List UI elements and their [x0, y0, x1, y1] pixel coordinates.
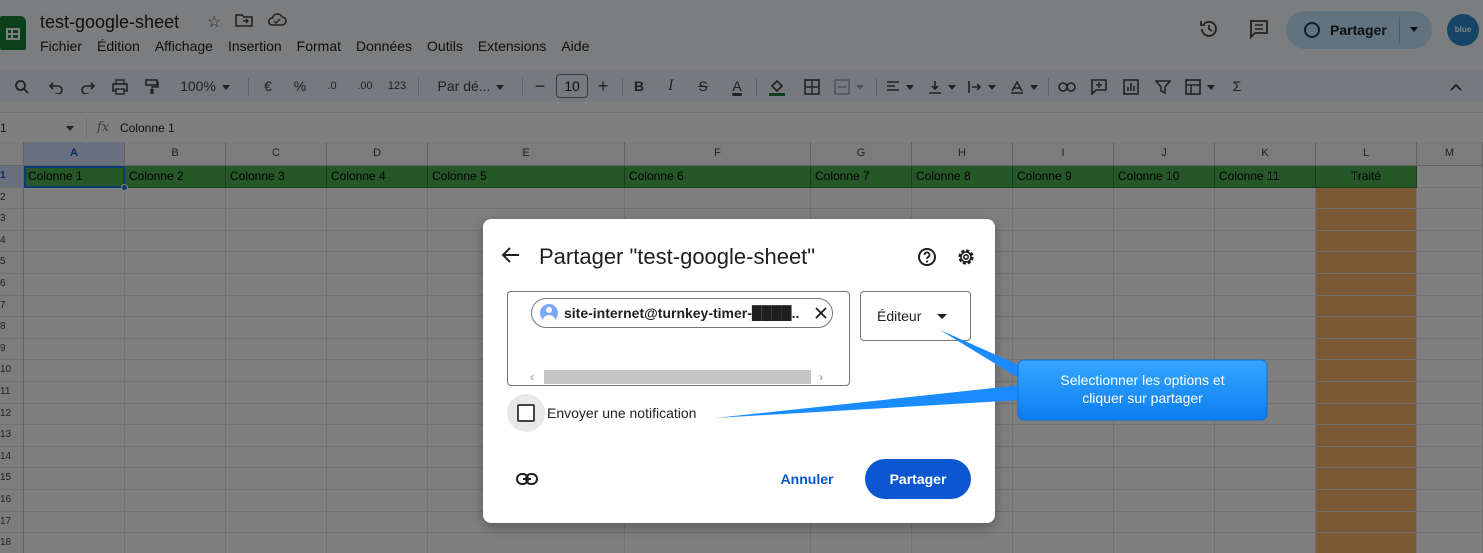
cancel-button[interactable]: Annuler [773, 459, 841, 499]
horizontal-scrollbar[interactable] [544, 370, 811, 384]
person-icon [540, 304, 558, 322]
share-button[interactable]: Partager [865, 459, 971, 499]
recipients-field[interactable]: site-internet@turnkey-timer-████... ‹ › [507, 291, 850, 386]
notify-checkbox-ripple[interactable] [507, 394, 545, 432]
callout-line-2: cliquer sur partager [1082, 390, 1203, 406]
share-dialog: Partager "test-google-sheet" site-intern… [483, 219, 995, 523]
role-value: Éditeur [877, 308, 922, 324]
role-select[interactable]: Éditeur [860, 291, 971, 341]
close-icon[interactable] [813, 305, 829, 321]
recipient-email: site-internet@turnkey-timer-████... [564, 305, 800, 321]
scroll-right-icon[interactable]: › [819, 370, 823, 384]
callout-line-1: Selectionner les options et [1060, 372, 1225, 388]
help-icon[interactable] [917, 247, 937, 267]
notify-label[interactable]: Envoyer une notification [547, 405, 696, 421]
scroll-left-icon[interactable]: ‹ [530, 370, 534, 384]
notify-checkbox[interactable] [517, 404, 535, 422]
role-dropdown-icon [937, 314, 947, 319]
recipient-chip[interactable]: site-internet@turnkey-timer-████... [531, 298, 833, 328]
back-arrow-icon[interactable] [501, 245, 521, 265]
dialog-title: Partager "test-google-sheet" [539, 244, 816, 269]
callout-text: Selectionner les options et cliquer sur … [1018, 371, 1267, 407]
copy-link-icon[interactable] [515, 469, 539, 489]
gear-icon[interactable] [956, 247, 976, 267]
